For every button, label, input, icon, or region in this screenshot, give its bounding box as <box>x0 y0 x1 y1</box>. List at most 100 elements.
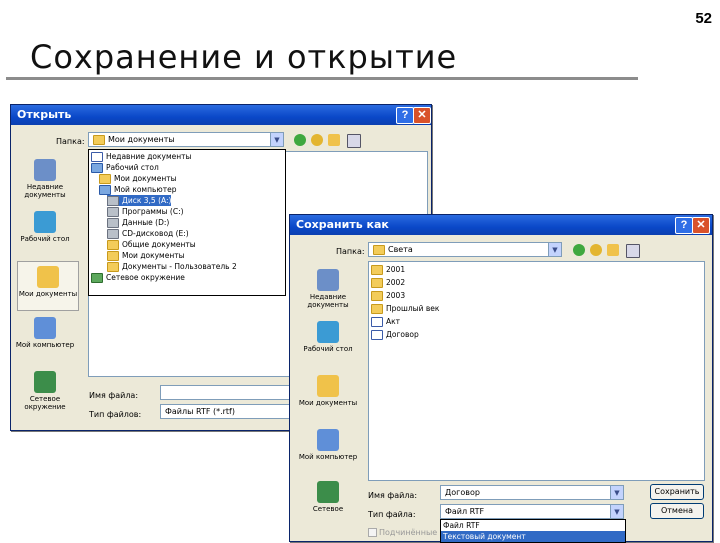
place-recent[interactable]: Недавние документы <box>298 269 358 309</box>
file-item[interactable]: Прошлый век <box>371 304 439 314</box>
folder-icon <box>371 291 383 301</box>
help-button[interactable]: ? <box>675 217 693 234</box>
save-button[interactable]: Сохранить <box>650 484 704 500</box>
filename-label: Имя файла: <box>89 391 139 400</box>
folder-icon <box>107 240 119 250</box>
file-item[interactable]: Договор <box>371 330 419 340</box>
my-documents-icon <box>317 375 339 397</box>
save-dialog-title: Сохранить как <box>296 218 389 231</box>
recent-documents-icon <box>317 269 339 291</box>
open-dialog-titlebar: Открыть <box>11 105 431 125</box>
folder-icon <box>371 265 383 275</box>
folder-icon <box>93 134 105 145</box>
filename-input[interactable] <box>160 385 310 400</box>
desktop-icon <box>317 321 339 343</box>
dropdown-item[interactable]: Файл RTF <box>443 520 480 531</box>
back-icon[interactable] <box>573 244 585 256</box>
title-underline <box>6 77 638 80</box>
cancel-button[interactable]: Отмена <box>650 503 704 519</box>
place-my-computer[interactable]: Мой компьютер <box>298 429 358 461</box>
chevron-down-icon: ▼ <box>270 133 283 146</box>
chevron-down-icon: ▼ <box>610 505 623 518</box>
slide-title: Сохранение и открытие <box>30 38 458 76</box>
network-icon <box>34 371 56 393</box>
close-button[interactable]: ✕ <box>692 217 710 234</box>
folder-combo-value: Мои документы <box>108 135 175 144</box>
floppy-drive-icon <box>107 196 119 206</box>
dropdown-item[interactable]: Мои документы <box>99 173 177 184</box>
document-icon <box>371 330 383 340</box>
save-dialog-titlebar: Сохранить как <box>290 215 712 235</box>
filetype-dropdown-list[interactable]: Файл RTF Текстовый документ <box>440 519 626 543</box>
views-icon[interactable] <box>626 244 640 258</box>
views-icon[interactable] <box>347 134 361 148</box>
dropdown-item[interactable]: Программы (C:) <box>107 206 184 217</box>
network-icon <box>317 481 339 503</box>
folder-label: Папка: <box>336 247 365 256</box>
filetype-select[interactable]: Файл RTF ▼ <box>440 504 624 519</box>
my-computer-icon <box>34 317 56 339</box>
file-item[interactable]: 2002 <box>371 278 405 288</box>
dropdown-item[interactable]: Документы - Пользователь 2 <box>107 261 237 272</box>
chevron-down-icon: ▼ <box>548 243 561 256</box>
dropdown-item-selected[interactable]: Текстовый документ <box>441 531 625 542</box>
folder-combo[interactable]: Света ▼ <box>368 242 562 257</box>
back-icon[interactable] <box>294 134 306 146</box>
place-my-documents[interactable]: Мои документы <box>298 375 358 407</box>
folder-dropdown-list[interactable]: Недавние документы Рабочий стол Мои доку… <box>88 149 286 296</box>
slide-number: 52 <box>695 10 712 27</box>
dropdown-item-selected[interactable]: Диск 3,5 (A:) <box>107 195 172 206</box>
file-item[interactable]: 2003 <box>371 291 405 301</box>
folder-icon <box>107 251 119 261</box>
folder-label: Папка: <box>56 137 85 146</box>
file-item[interactable]: Акт <box>371 317 400 327</box>
open-dialog-title: Открыть <box>17 108 72 121</box>
folder-combo[interactable]: Мои документы ▼ <box>88 132 284 147</box>
help-button[interactable]: ? <box>396 107 414 124</box>
filetype-select[interactable]: Файлы RTF (*.rtf) <box>160 404 310 419</box>
cd-drive-icon <box>107 229 119 239</box>
dropdown-item[interactable]: Сетевое окружение <box>91 272 185 283</box>
close-button[interactable]: ✕ <box>413 107 431 124</box>
new-folder-icon[interactable] <box>328 134 340 146</box>
chevron-down-icon: ▼ <box>610 486 623 499</box>
up-folder-icon[interactable] <box>311 134 323 146</box>
folder-icon <box>371 304 383 314</box>
place-desktop[interactable]: Рабочий стол <box>15 211 75 243</box>
dropdown-item[interactable]: Мои документы <box>107 250 185 261</box>
checkbox[interactable]: Подчинённые <box>368 528 437 537</box>
dropdown-item[interactable]: Общие документы <box>107 239 196 250</box>
file-item[interactable]: 2001 <box>371 265 405 275</box>
desktop-icon <box>91 163 103 173</box>
up-folder-icon[interactable] <box>590 244 602 256</box>
my-computer-icon <box>99 185 111 195</box>
filetype-label: Тип файла: <box>368 510 416 519</box>
dropdown-item[interactable]: Недавние документы <box>91 151 191 162</box>
place-my-documents[interactable]: Мои документы <box>17 261 79 311</box>
desktop-icon <box>34 211 56 233</box>
place-network[interactable]: Сетевое окружение <box>15 371 75 411</box>
document-icon <box>371 317 383 327</box>
checkbox-icon <box>368 528 377 537</box>
place-recent[interactable]: Недавние документы <box>15 159 75 199</box>
folder-combo-value: Света <box>388 245 413 254</box>
dropdown-item[interactable]: Мой компьютер <box>99 184 176 195</box>
network-icon <box>91 273 103 283</box>
recent-documents-icon <box>34 159 56 181</box>
dropdown-item[interactable]: Данные (D:) <box>107 217 169 228</box>
save-dialog: Сохранить как ? ✕ Папка: Света ▼ Недавни… <box>289 214 713 543</box>
my-computer-icon <box>317 429 339 451</box>
dropdown-item[interactable]: CD-дисковод (E:) <box>107 228 189 239</box>
recent-documents-icon <box>91 152 103 162</box>
drive-icon <box>107 207 119 217</box>
folder-icon <box>373 244 385 255</box>
save-file-area[interactable]: 2001 2002 2003 Прошлый век Акт Договор <box>368 261 705 481</box>
folder-icon <box>371 278 383 288</box>
dropdown-item[interactable]: Рабочий стол <box>91 162 159 173</box>
new-folder-icon[interactable] <box>607 244 619 256</box>
my-documents-icon <box>37 266 59 288</box>
place-network[interactable]: Сетевое <box>298 481 358 513</box>
filename-input[interactable]: Договор ▼ <box>440 485 624 500</box>
place-desktop[interactable]: Рабочий стол <box>298 321 358 353</box>
place-my-computer[interactable]: Мой компьютер <box>15 317 75 349</box>
